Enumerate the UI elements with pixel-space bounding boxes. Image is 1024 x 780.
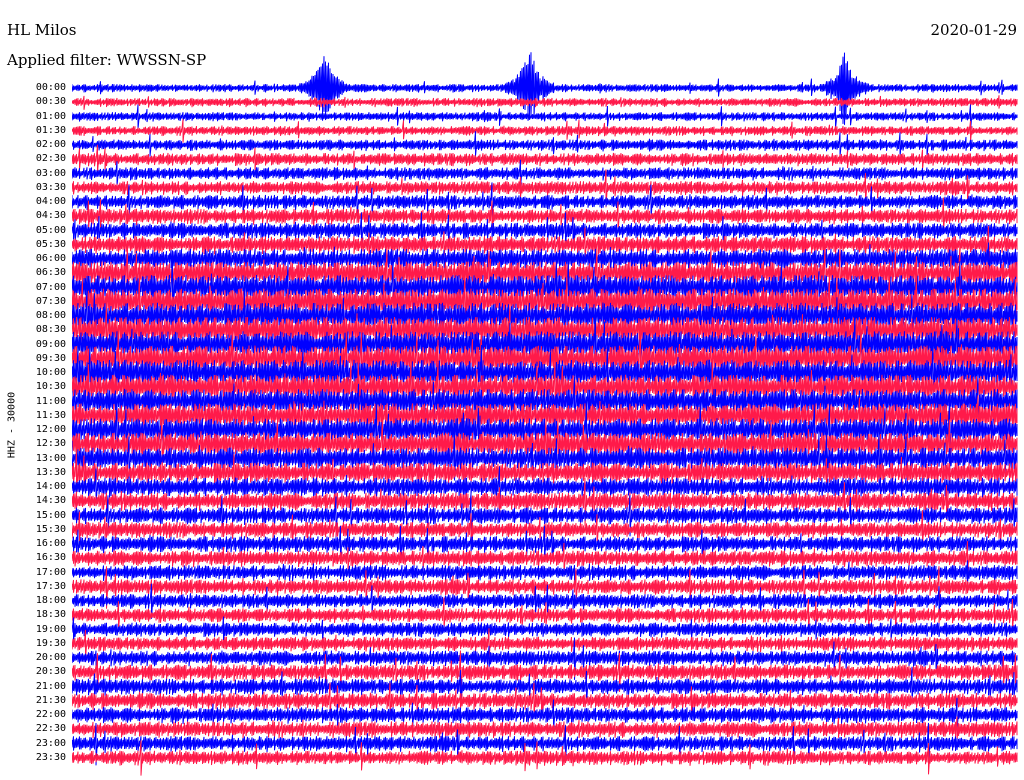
- time-label: 01:00: [35, 110, 66, 122]
- time-label: 01:30: [35, 124, 66, 136]
- time-label: 22:30: [35, 723, 66, 735]
- time-label: 04:30: [35, 210, 66, 222]
- time-label: 00:00: [35, 82, 66, 93]
- time-label: 02:30: [35, 153, 66, 165]
- time-label: 16:00: [35, 538, 66, 549]
- time-label: 03:00: [35, 167, 66, 179]
- time-label: 11:30: [35, 409, 66, 421]
- time-label: 04:00: [35, 196, 66, 207]
- trace-row: [72, 131, 1018, 158]
- time-label: 19:30: [35, 637, 66, 649]
- time-label: 07:00: [35, 281, 66, 293]
- trace-row: [72, 119, 1018, 143]
- time-label: 05:00: [35, 224, 66, 236]
- time-label: 06:00: [35, 253, 66, 264]
- time-label: 15:00: [35, 509, 66, 521]
- time-label: 23:30: [35, 751, 66, 763]
- trace-row: [72, 95, 1018, 110]
- time-label: 02:00: [35, 139, 66, 150]
- time-label: 16:30: [35, 552, 66, 564]
- trace-row: [72, 144, 1018, 173]
- time-label: 08:00: [35, 310, 66, 321]
- time-label: 09:30: [35, 352, 66, 364]
- time-label: 06:30: [35, 267, 66, 279]
- time-label: 08:30: [35, 324, 66, 336]
- time-label: 11:00: [35, 395, 66, 407]
- time-label: 22:00: [35, 709, 66, 720]
- time-label: 18:00: [35, 595, 66, 606]
- time-label: 14:30: [35, 495, 66, 507]
- time-label: 07:30: [35, 295, 66, 307]
- helicorder-plot: [72, 52, 1018, 776]
- time-label: 03:30: [35, 181, 66, 193]
- time-label: 17:30: [35, 580, 66, 592]
- time-label: 13:00: [35, 452, 66, 464]
- time-label: 00:30: [35, 96, 66, 108]
- time-axis: 00:00 00:30 01:00 01:30 02:00 02:30 03:00 03:30…: [0, 0, 66, 780]
- time-label: 14:00: [35, 481, 66, 492]
- time-label: 23:00: [35, 737, 66, 749]
- time-label: 21:00: [35, 680, 66, 692]
- time-label: 19:00: [35, 623, 66, 635]
- time-label: 10:00: [35, 367, 66, 378]
- time-label: 12:30: [35, 438, 66, 450]
- time-label: 13:30: [35, 466, 66, 478]
- time-label: 21:30: [35, 694, 66, 706]
- time-label: 20:00: [35, 652, 66, 663]
- time-label: 10:30: [35, 381, 66, 393]
- time-label: 17:00: [35, 566, 66, 578]
- time-label: 09:00: [35, 338, 66, 350]
- time-label: 15:30: [35, 523, 66, 535]
- time-label: 18:30: [35, 609, 66, 621]
- time-label: 05:30: [35, 238, 66, 250]
- trace-row: [72, 104, 1018, 131]
- time-label: 20:30: [35, 666, 66, 678]
- time-label: 12:00: [35, 424, 66, 435]
